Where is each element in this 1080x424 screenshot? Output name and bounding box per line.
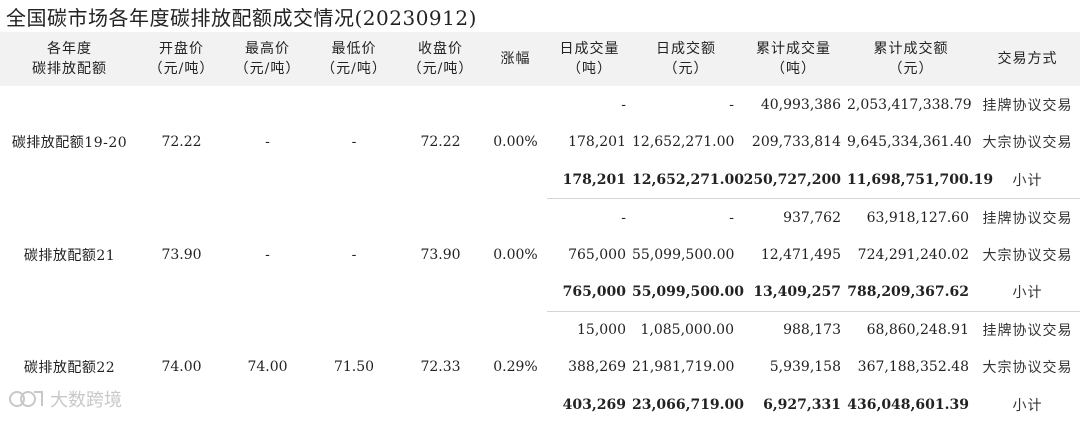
quota-trading-table: 各年度 碳排放配额 开盘价 （元/吨） 最高价 （元/吨） 最低价 （元/吨） 收盘价（… (0, 32, 1080, 424)
header-change: 涨幅 (500, 51, 531, 67)
daily-volume: 403,269 (562, 396, 626, 413)
cumulative-volume: 988,173 (783, 322, 841, 338)
cumulative-amount: 11,698,751,700.19 (847, 161, 993, 199)
open-price: 72.22 (161, 134, 202, 151)
header-cumulative-volume: 累计成交量 （吨） (756, 41, 831, 77)
low-price: 71.50 (333, 359, 375, 376)
quota-year-name: 碳排放配额19-20 (11, 135, 128, 152)
header-daily-volume: 日成交量 （吨） (559, 41, 620, 77)
change-percent: 0.29% (493, 359, 538, 376)
cumulative-volume: 12,471,495 (760, 246, 841, 263)
cumulative-amount: 367,188,352.48 (857, 359, 969, 376)
header-close-price: 收盘价 （元/吨） (407, 41, 474, 77)
cumulative-amount: 68,860,248.91 (866, 322, 969, 338)
quota-year-name: 碳排放配额21 (23, 247, 116, 264)
cumulative-volume: 250,727,200 (740, 161, 847, 199)
daily-amount: 1,085,000.00 (640, 322, 734, 338)
high-price: - (265, 134, 270, 151)
daily-volume: 178,201 (568, 134, 626, 151)
page-title: 全国碳市场各年度碳排放配额成交情况(20230912) (6, 6, 477, 30)
header-high-price: 最高价 （元/吨） (234, 41, 301, 77)
header-open-price: 开盘价 （元/吨） (148, 41, 215, 77)
high-price: 74.00 (247, 359, 288, 376)
daily-amount: 12,652,271.00 (632, 161, 744, 199)
daily-amount: - (729, 96, 734, 113)
daily-amount: 55,099,500.00 (632, 273, 744, 312)
link-logo-icon (8, 388, 46, 410)
trade-type: 大宗协议交易 (982, 360, 1073, 377)
change-percent: 0.00% (493, 246, 538, 263)
daily-volume: 388,269 (568, 359, 626, 376)
trade-type: 挂牌协议交易 (982, 323, 1073, 339)
change-percent: 0.00% (493, 134, 538, 151)
daily-amount: 23,066,719.00 (632, 396, 745, 413)
daily-volume: 178,201 (547, 161, 632, 199)
trade-type: 大宗协议交易 (982, 247, 1073, 264)
close-price: 73.90 (420, 246, 461, 263)
daily-volume: 765,000 (547, 273, 632, 312)
trade-type: 挂牌协议交易 (982, 210, 1073, 227)
cumulative-volume: 5,939,158 (769, 359, 841, 376)
cumulative-volume: 40,993,386 (760, 96, 841, 113)
daily-volume: - (621, 96, 626, 113)
cumulative-amount: 9,645,334,361.40 (847, 134, 972, 151)
trade-type: 大宗协议交易 (982, 135, 1073, 152)
table-row: 碳排放配额22 74.00 74.00 71.50 72.33 0.29% 15… (0, 311, 1080, 376)
header-cumulative-amount: 累计成交额 （元） (873, 41, 949, 77)
daily-amount: 21,981,719.00 (632, 359, 735, 376)
daily-amount: 55,099,500.00 (632, 246, 735, 263)
daily-volume: 765,000 (568, 246, 626, 263)
high-price: - (265, 246, 270, 263)
open-price: 73.90 (161, 246, 202, 263)
cumulative-amount: 2,053,417,338.79 (847, 96, 972, 113)
daily-volume: 15,000 (577, 322, 626, 338)
daily-amount: 12,652,271.00 (632, 134, 735, 151)
trade-type: 小计 (1012, 397, 1043, 414)
header-trade-type: 交易方式 (997, 51, 1058, 67)
low-price: - (351, 246, 357, 263)
header-year-quota: 各年度 碳排放配额 (32, 41, 107, 77)
cumulative-volume: 209,733,814 (751, 134, 841, 151)
header-low-price: 最低价 （元/吨） (321, 41, 387, 77)
table-header-row: 各年度 碳排放配额 开盘价 （元/吨） 最高价 （元/吨） 最低价 （元/吨） 收盘价（… (0, 32, 1080, 86)
close-price: 72.33 (420, 359, 461, 376)
open-price: 74.00 (161, 359, 202, 376)
watermark: 大数跨境 (8, 386, 122, 412)
cumulative-volume: 13,409,257 (740, 273, 847, 312)
header-daily-amount: 日成交额 （元） (656, 41, 716, 77)
cumulative-volume: 937,762 (783, 209, 841, 226)
cumulative-amount: 788,209,367.62 (847, 273, 975, 312)
trade-type: 挂牌协议交易 (982, 97, 1073, 114)
daily-volume: - (621, 209, 626, 226)
trade-type: 小计 (975, 273, 1080, 312)
cumulative-volume: 6,927,331 (763, 396, 841, 413)
watermark-text: 大数跨境 (50, 390, 122, 411)
cumulative-amount: 724,291,240.02 (857, 246, 969, 263)
daily-amount: - (729, 209, 734, 226)
close-price: 72.22 (420, 134, 461, 151)
cumulative-amount: 63,918,127.60 (866, 209, 969, 226)
table-row: 碳排放配额21 73.90 - - 73.90 0.00% - - 937,76… (0, 199, 1080, 264)
cumulative-amount: 436,048,601.39 (847, 396, 969, 413)
table-row: 碳排放配额19-20 72.22 - - 72.22 0.00% - - 40,… (0, 86, 1080, 152)
low-price: - (351, 134, 357, 151)
